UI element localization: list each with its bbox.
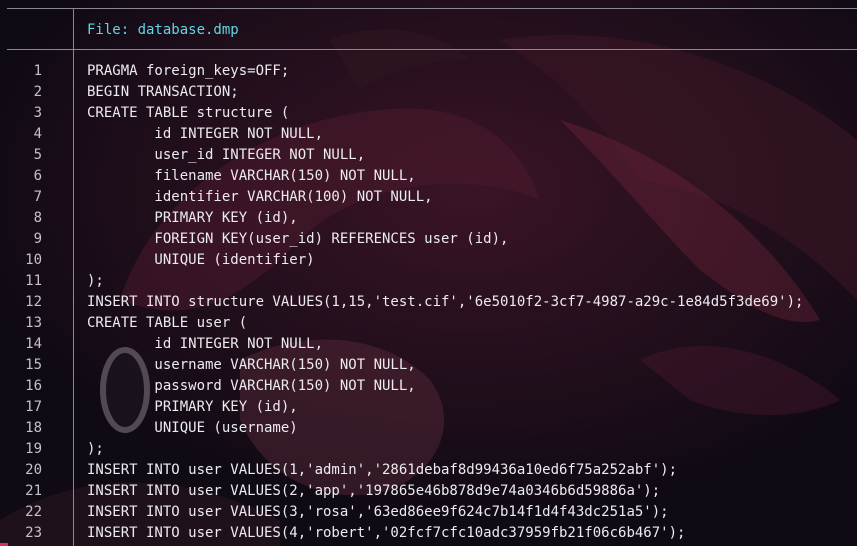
code-line: 23 INSERT INTO user VALUES(4,'robert','02… — [0, 523, 857, 544]
line-number: 2 — [33, 84, 42, 100]
code-line: 12 INSERT INTO structure VALUES(1,15,'tes… — [0, 292, 857, 313]
line-text[interactable]: ); — [87, 439, 104, 460]
line-text[interactable]: ); — [87, 271, 104, 292]
line-number: 20 — [25, 462, 42, 478]
code-line: 1 PRAGMA foreign_keys=OFF; — [0, 61, 857, 82]
code-line: 15 username VARCHAR(150) NOT NULL, — [0, 355, 857, 376]
code-line: 4 id INTEGER NOT NULL, — [0, 124, 857, 145]
code-line: 8 PRIMARY KEY (id), — [0, 208, 857, 229]
line-number: 6 — [33, 168, 42, 184]
code-line: 14 id INTEGER NOT NULL, — [0, 334, 857, 355]
line-number: 8 — [33, 210, 42, 226]
line-text[interactable]: BEGIN TRANSACTION; — [87, 82, 239, 103]
line-number: 3 — [33, 105, 42, 121]
line-text[interactable]: UNIQUE (identifier) — [87, 250, 314, 271]
line-text[interactable]: PRIMARY KEY (id), — [87, 397, 297, 418]
line-text[interactable]: CREATE TABLE structure ( — [87, 103, 289, 124]
code-lines: 1 PRAGMA foreign_keys=OFF; 2 BEGIN TRANSACT… — [0, 61, 857, 544]
file-viewer: File: database.dmp 1 PRAGMA foreign_keys=… — [0, 0, 857, 546]
line-number: 7 — [33, 189, 42, 205]
line-number: 19 — [25, 441, 42, 457]
code-line: 2 BEGIN TRANSACTION; — [0, 82, 857, 103]
line-number: 22 — [25, 504, 42, 520]
code-line: 17 PRIMARY KEY (id), — [0, 397, 857, 418]
line-text[interactable]: UNIQUE (username) — [87, 418, 297, 439]
code-line: 10 UNIQUE (identifier) — [0, 250, 857, 271]
line-text[interactable]: identifier VARCHAR(100) NOT NULL, — [87, 187, 432, 208]
code-line: 21 INSERT INTO user VALUES(2,'app','19786… — [0, 481, 857, 502]
line-number: 10 — [25, 252, 42, 268]
line-number: 14 — [25, 336, 42, 352]
line-text[interactable]: FOREIGN KEY(user_id) REFERENCES user (id… — [87, 229, 508, 250]
file-header-label: File: database.dmp — [87, 22, 239, 38]
line-text[interactable]: username VARCHAR(150) NOT NULL, — [87, 355, 415, 376]
code-line: 3 CREATE TABLE structure ( — [0, 103, 857, 124]
line-text[interactable]: INSERT INTO user VALUES(2,'app','197865e… — [87, 481, 660, 502]
line-number: 23 — [25, 525, 42, 541]
header-separator — [7, 49, 857, 50]
line-number: 17 — [25, 399, 42, 415]
line-number: 15 — [25, 357, 42, 373]
code-line: 9 FOREIGN KEY(user_id) REFERENCES user (… — [0, 229, 857, 250]
code-line: 5 user_id INTEGER NOT NULL, — [0, 145, 857, 166]
code-line: 19); — [0, 439, 857, 460]
line-number: 5 — [33, 147, 42, 163]
line-text[interactable]: INSERT INTO user VALUES(3,'rosa','63ed86… — [87, 502, 669, 523]
line-number: 13 — [25, 315, 42, 331]
line-text[interactable]: INSERT INTO structure VALUES(1,15,'test.… — [87, 292, 803, 313]
line-text[interactable]: user_id INTEGER NOT NULL, — [87, 145, 365, 166]
line-text[interactable]: id INTEGER NOT NULL, — [87, 124, 323, 145]
code-line: 20 INSERT INTO user VALUES(1,'admin','286… — [0, 460, 857, 481]
line-text[interactable]: PRIMARY KEY (id), — [87, 208, 297, 229]
code-line: 18 UNIQUE (username) — [0, 418, 857, 439]
line-text[interactable]: INSERT INTO user VALUES(4,'robert','02fc… — [87, 523, 685, 544]
line-number: 21 — [25, 483, 42, 499]
code-line: 22 INSERT INTO user VALUES(3,'rosa','63ed… — [0, 502, 857, 523]
top-border — [7, 8, 857, 9]
line-text[interactable]: INSERT INTO user VALUES(1,'admin','2861d… — [87, 460, 677, 481]
code-line: 7 identifier VARCHAR(100) NOT NULL, — [0, 187, 857, 208]
code-line: 13 CREATE TABLE user ( — [0, 313, 857, 334]
line-text[interactable]: id INTEGER NOT NULL, — [87, 334, 323, 355]
line-number: 18 — [25, 420, 42, 436]
line-text[interactable]: CREATE TABLE user ( — [87, 313, 247, 334]
line-number: 12 — [25, 294, 42, 310]
code-line: 6 filename VARCHAR(150) NOT NULL, — [0, 166, 857, 187]
code-line: 16 password VARCHAR(150) NOT NULL, — [0, 376, 857, 397]
line-number: 11 — [25, 273, 42, 289]
line-number: 1 — [33, 63, 42, 79]
line-number: 16 — [25, 378, 42, 394]
line-number: 9 — [33, 231, 42, 247]
line-text[interactable]: PRAGMA foreign_keys=OFF; — [87, 61, 289, 82]
code-line: 11); — [0, 271, 857, 292]
line-text[interactable]: password VARCHAR(150) NOT NULL, — [87, 376, 415, 397]
line-text[interactable]: filename VARCHAR(150) NOT NULL, — [87, 166, 415, 187]
line-number: 4 — [33, 126, 42, 142]
